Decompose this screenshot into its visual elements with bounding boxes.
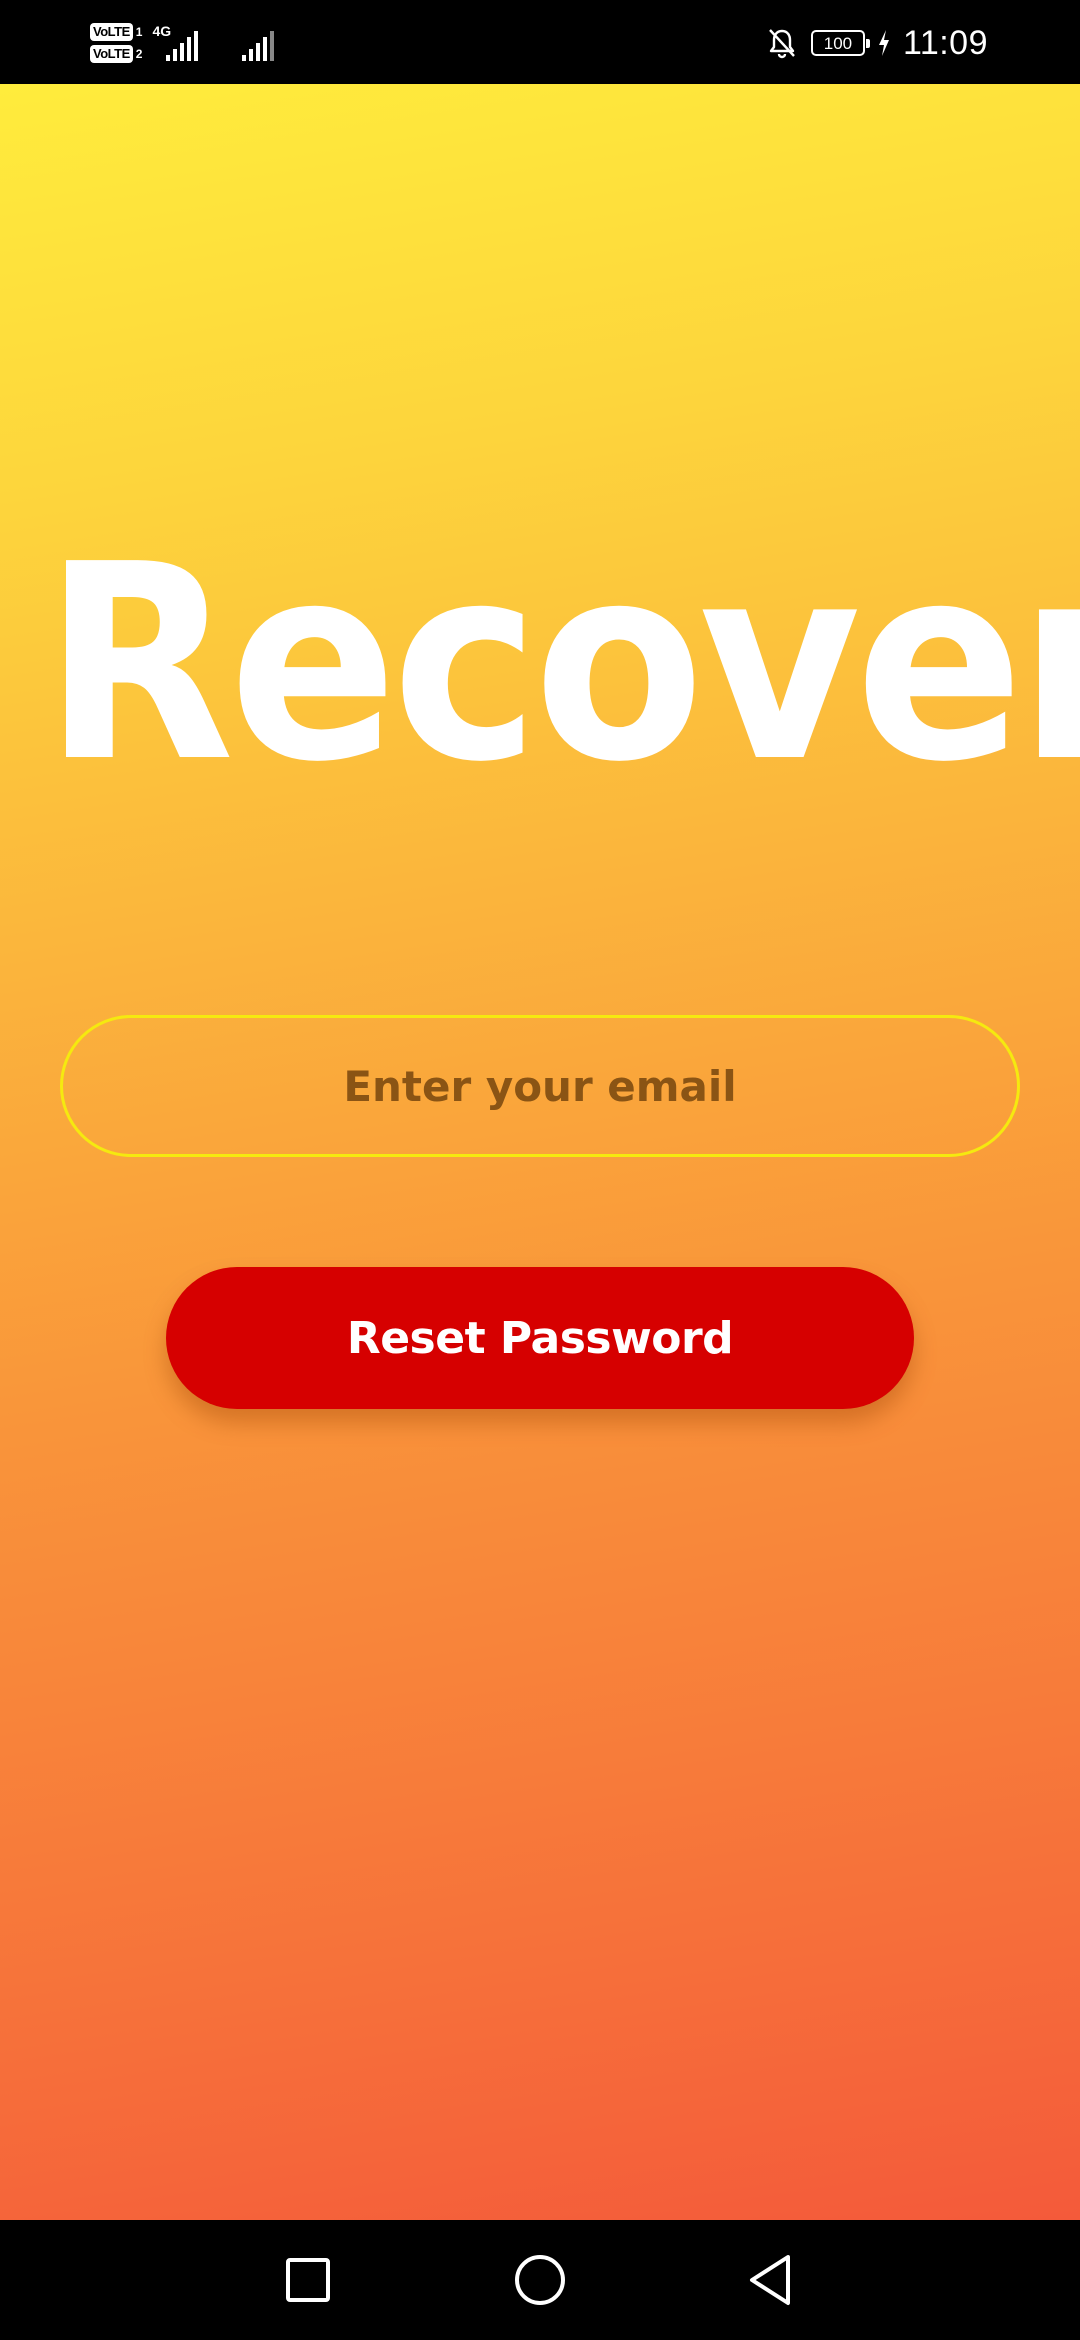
sim2-slot-label: 2 bbox=[135, 47, 143, 61]
volte-sim1: VoLTE 1 bbox=[90, 23, 142, 41]
recents-button[interactable] bbox=[266, 2238, 350, 2322]
status-bar: VoLTE 1 VoLTE 2 4G 100 11:09 bbox=[0, 0, 1080, 84]
reset-password-button[interactable]: Reset Password bbox=[166, 1267, 914, 1409]
home-circle-icon bbox=[515, 2255, 565, 2305]
mute-notifications-icon bbox=[769, 29, 795, 59]
battery-icon: 100 bbox=[810, 30, 870, 56]
back-triangle-icon bbox=[750, 2255, 790, 2305]
signal-strength-icon bbox=[166, 31, 199, 61]
battery-level: 100 bbox=[823, 33, 853, 53]
volte-icon: VoLTE bbox=[90, 23, 133, 41]
back-button[interactable] bbox=[728, 2238, 812, 2322]
volte-icon: VoLTE bbox=[90, 45, 133, 63]
phone-screen: VoLTE 1 VoLTE 2 4G 100 11:09 Recover Ent… bbox=[0, 0, 1080, 2340]
volte-sim2: VoLTE 2 bbox=[90, 45, 142, 63]
charging-bolt-icon bbox=[878, 30, 889, 56]
signal-strength-icon bbox=[242, 31, 275, 61]
page-title: Recover bbox=[43, 506, 1080, 821]
status-bar-left: VoLTE 1 VoLTE 2 4G bbox=[90, 14, 278, 72]
home-button[interactable] bbox=[498, 2238, 582, 2322]
status-bar-right: 100 11:09 bbox=[765, 14, 988, 72]
recover-screen: Recover Reset Password bbox=[0, 84, 1080, 2220]
status-clock: 11:09 bbox=[902, 23, 988, 62]
navigation-bar bbox=[0, 2220, 1080, 2340]
sim1-slot-label: 1 bbox=[135, 25, 143, 39]
volte-indicators: VoLTE 1 VoLTE 2 bbox=[90, 23, 142, 63]
network-type-indicator: 4G bbox=[152, 23, 206, 63]
email-field[interactable] bbox=[60, 1015, 1020, 1157]
recents-square-icon bbox=[286, 2258, 330, 2302]
